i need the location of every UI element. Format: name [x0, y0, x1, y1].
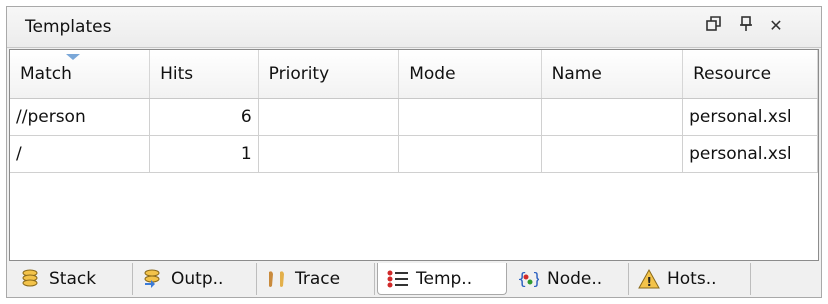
svg-text:!: ! — [647, 275, 652, 289]
close-icon[interactable]: ✕ — [765, 15, 787, 37]
cell-resource[interactable]: personal.xsl — [682, 135, 818, 173]
templates-grid: Match Hits Priority Mode Name Resource /… — [9, 49, 819, 261]
table-row[interactable]: //person 6 personal.xsl — [10, 98, 818, 136]
column-header-match[interactable]: Match — [10, 50, 151, 99]
tab-label: Stack — [49, 269, 97, 289]
cell-hits[interactable]: 6 — [149, 98, 259, 136]
tab-output[interactable]: Outp.. — [133, 263, 257, 295]
svg-text:}: } — [532, 269, 539, 288]
tab-trace[interactable]: Trace — [257, 263, 375, 295]
templates-icon — [386, 268, 408, 290]
output-icon — [141, 268, 163, 290]
restore-icon[interactable] — [703, 15, 725, 37]
column-header-hits[interactable]: Hits — [149, 50, 259, 99]
stack-icon — [19, 268, 41, 290]
tab-label: Hots.. — [667, 269, 717, 289]
trace-icon — [265, 268, 287, 290]
column-header-resource[interactable]: Resource — [682, 50, 818, 99]
cell-name[interactable] — [541, 98, 684, 136]
panel-titlebar: Templates ✕ — [7, 7, 821, 48]
node-icon: {} — [517, 268, 542, 290]
tab-label: Trace — [295, 269, 341, 289]
column-header-priority[interactable]: Priority — [258, 50, 400, 99]
cell-match[interactable]: / — [10, 135, 151, 173]
tab-label: Temp.. — [416, 268, 473, 289]
sort-ascending-icon — [66, 54, 80, 60]
panel-title: Templates — [25, 17, 112, 37]
tab-templates[interactable]: Temp.. — [377, 263, 507, 295]
cell-priority[interactable] — [258, 98, 400, 136]
cell-name[interactable] — [541, 135, 684, 173]
cell-hits[interactable]: 1 — [149, 135, 259, 173]
cell-match[interactable]: //person — [10, 98, 151, 136]
cell-mode[interactable] — [398, 98, 542, 136]
tab-node[interactable]: {} Node.. — [509, 263, 629, 295]
templates-panel: Templates ✕ Match Hits Priority Mode Nam… — [6, 6, 822, 298]
view-tab-bar: Stack Outp.. Trace Temp.. {} Node.. — [7, 261, 821, 297]
tab-hotspots[interactable]: ! Hots.. — [629, 263, 751, 295]
cell-mode[interactable] — [398, 135, 542, 173]
column-header-name[interactable]: Name — [541, 50, 684, 99]
pin-icon[interactable] — [735, 15, 757, 37]
templates-table: Match Hits Priority Mode Name Resource /… — [10, 50, 818, 173]
cell-resource[interactable]: personal.xsl — [682, 98, 818, 136]
table-header-row: Match Hits Priority Mode Name Resource — [10, 50, 818, 99]
tab-label: Node.. — [547, 269, 603, 289]
tab-stack[interactable]: Stack — [11, 263, 133, 295]
column-header-mode[interactable]: Mode — [398, 50, 542, 99]
hotspots-icon: ! — [637, 268, 660, 290]
cell-priority[interactable] — [258, 135, 400, 173]
table-row[interactable]: / 1 personal.xsl — [10, 135, 818, 173]
tab-label: Outp.. — [171, 269, 224, 289]
